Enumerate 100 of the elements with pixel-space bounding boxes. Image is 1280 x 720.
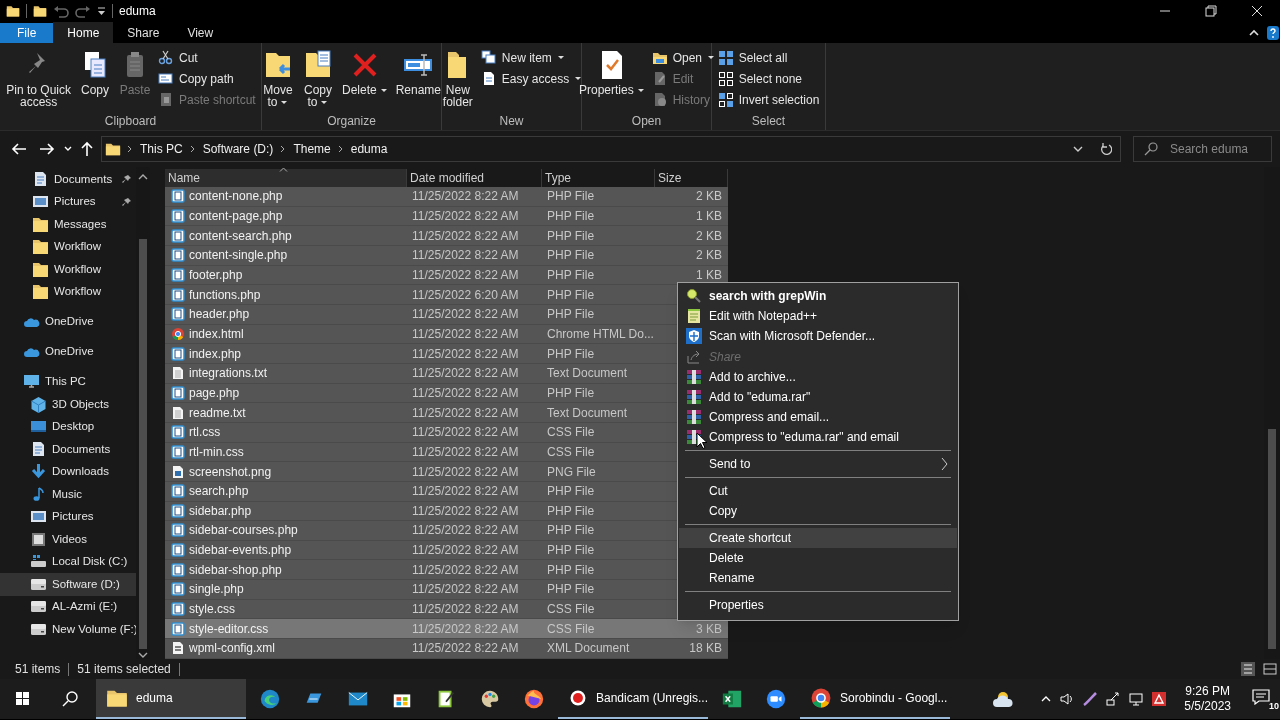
- file-row[interactable]: content-page.php 11/25/2022 8:22 AM PHP File 1 KB: [165, 206, 728, 227]
- ribbon-button[interactable]: Move to: [259, 47, 297, 108]
- file-row[interactable]: sidebar-shop.php 11/25/2022 8:22 AM PHP File: [165, 560, 677, 581]
- ribbon-button[interactable]: Rename: [392, 47, 445, 96]
- file-row[interactable]: index.php 11/25/2022 8:22 AM PHP File: [165, 344, 677, 364]
- nav-item[interactable]: 3D Objects: [0, 393, 136, 416]
- history-dropdown-icon[interactable]: [1072, 145, 1084, 153]
- file-row[interactable]: sidebar-events.php 11/25/2022 8:22 AM PHP File: [165, 540, 677, 561]
- menu-item[interactable]: Compress and email...: [679, 407, 957, 428]
- file-row[interactable]: readme.txt 11/25/2022 8:22 AM Text Document: [165, 403, 677, 423]
- nav-item[interactable]: Documents: [0, 438, 136, 461]
- menu-item[interactable]: Properties: [679, 594, 957, 615]
- document-app-icon[interactable]: [1151, 691, 1168, 707]
- help-icon[interactable]: [1266, 25, 1280, 41]
- file-row[interactable]: rtl-min.css 11/25/2022 8:22 AM CSS File: [165, 442, 677, 463]
- network-icon[interactable]: [1105, 691, 1122, 707]
- column-header[interactable]: Name: [165, 169, 407, 187]
- nav-item[interactable]: Documents: [0, 168, 136, 191]
- file-row[interactable]: header.php 11/25/2022 8:22 AM PHP File: [165, 304, 677, 325]
- notification-icon[interactable]: [1252, 689, 1270, 705]
- file-row[interactable]: integrations.txt 11/25/2022 8:22 AM Text Document: [165, 363, 677, 384]
- nav-item[interactable]: Workflow: [0, 258, 136, 281]
- ribbon-tab[interactable]: Home: [53, 22, 114, 43]
- ribbon-button[interactable]: Invert selection: [715, 89, 822, 110]
- menu-item[interactable]: Delete: [679, 547, 957, 568]
- nav-item[interactable]: Pictures: [0, 505, 136, 528]
- ribbon-button[interactable]: Copy: [76, 47, 114, 96]
- file-row[interactable]: screenshot.png 11/25/2022 8:22 AM PNG File: [165, 462, 677, 482]
- menu-item[interactable]: Copy: [679, 500, 957, 522]
- menu-item[interactable]: Rename: [679, 567, 957, 589]
- nav-item[interactable]: Music: [0, 483, 136, 506]
- clock-date[interactable]: 5/5/2023: [1184, 699, 1231, 714]
- nav-item[interactable]: OneDrive: [0, 310, 136, 333]
- ribbon-button[interactable]: Select none: [715, 68, 822, 89]
- file-row[interactable]: rtl.css 11/25/2022 8:22 AM CSS File: [165, 422, 677, 443]
- menu-item[interactable]: Create shortcut: [679, 527, 957, 548]
- ribbon-tab[interactable]: File: [0, 23, 54, 43]
- file-row[interactable]: page.php 11/25/2022 8:22 AM PHP File: [165, 383, 677, 404]
- ribbon-button[interactable]: Copy to: [299, 47, 337, 108]
- file-row[interactable]: style-editor.css 11/25/2022 8:22 AM CSS File 3 KB: [165, 619, 728, 640]
- file-row[interactable]: index.html 11/25/2022 8:22 AM Chrome HTML Do...: [165, 324, 677, 345]
- file-row[interactable]: content-single.php 11/25/2022 8:22 AM PHP File 2 KB: [165, 245, 728, 266]
- file-row[interactable]: functions.php 11/25/2022 6:20 AM PHP File: [165, 285, 677, 305]
- nav-item[interactable]: Downloads: [0, 460, 136, 483]
- scroll-thumb[interactable]: [1268, 429, 1276, 649]
- undo-icon[interactable]: [53, 4, 69, 18]
- menu-item[interactable]: Edit with Notepad++: [679, 306, 957, 327]
- file-row[interactable]: content-search.php 11/25/2022 8:22 AM PHP File 2 KB: [165, 226, 728, 246]
- nav-item[interactable]: Workflow: [0, 280, 136, 303]
- customize-dropdown-icon[interactable]: [97, 6, 106, 16]
- nav-item[interactable]: Workflow: [0, 235, 136, 258]
- menu-item[interactable]: Add to "eduma.rar": [679, 386, 957, 408]
- nav-item[interactable]: Software (D:): [0, 573, 136, 596]
- nav-item[interactable]: OneDrive: [0, 340, 136, 363]
- file-row[interactable]: style.css 11/25/2022 8:22 AM CSS File: [165, 599, 677, 620]
- taskbar-button[interactable]: Bandicam (Unregis...: [558, 679, 708, 719]
- taskbar-button[interactable]: eduma: [96, 679, 246, 719]
- taskbar-button[interactable]: Sorobindu - Googl...: [800, 679, 950, 719]
- ribbon-tab[interactable]: Share: [113, 22, 174, 43]
- nav-item[interactable]: Local Disk (C:): [0, 550, 136, 573]
- ribbon-button[interactable]: Select all: [715, 47, 822, 68]
- recent-locations-icon[interactable]: [64, 146, 72, 152]
- scroll-down-icon[interactable]: [138, 651, 148, 659]
- ribbon-button[interactable]: Cut: [156, 47, 258, 68]
- clock-time[interactable]: 9:26 PM: [1185, 684, 1230, 699]
- ribbon-button[interactable]: Open: [649, 47, 718, 68]
- file-row[interactable]: sidebar.php 11/25/2022 8:22 AM PHP File: [165, 501, 677, 522]
- monitor-icon[interactable]: [1128, 691, 1145, 707]
- nav-item[interactable]: Desktop: [0, 415, 136, 438]
- nav-item[interactable]: Videos: [0, 528, 136, 551]
- nav-item[interactable]: Pictures: [0, 190, 136, 213]
- ribbon-button[interactable]: Copy path: [156, 68, 258, 89]
- menu-item[interactable]: Send to: [679, 454, 957, 475]
- nav-item[interactable]: This PC: [0, 370, 136, 393]
- address-bar[interactable]: This PC Software (D:) Theme eduma: [101, 136, 1121, 162]
- menu-item[interactable]: Scan with Microsoft Defender...: [679, 326, 957, 347]
- scroll-up-icon[interactable]: [138, 173, 148, 181]
- file-row[interactable]: wpml-config.xml 11/25/2022 8:22 AM XML Document 18 KB: [165, 639, 728, 659]
- pen-icon[interactable]: [1082, 691, 1099, 707]
- back-icon[interactable]: [11, 142, 27, 156]
- file-row[interactable]: search.php 11/25/2022 8:22 AM PHP File: [165, 481, 677, 502]
- nav-item[interactable]: AL-Azmi (E:): [0, 595, 136, 618]
- redo-icon[interactable]: [75, 4, 91, 18]
- menu-item[interactable]: Add to archive...: [679, 366, 957, 387]
- ribbon-tab[interactable]: View: [173, 22, 228, 43]
- refresh-icon[interactable]: [1100, 142, 1112, 156]
- scroll-thumb[interactable]: [139, 239, 147, 649]
- forward-icon[interactable]: [39, 142, 55, 156]
- menu-item[interactable]: Cut: [679, 480, 957, 501]
- ribbon-button[interactable]: Delete: [339, 47, 391, 96]
- nav-item[interactable]: Messages: [0, 213, 136, 236]
- breadcrumb[interactable]: Theme: [292, 140, 332, 158]
- ribbon-button[interactable]: Pin to Quick access: [3, 47, 74, 108]
- up-icon[interactable]: [80, 141, 94, 157]
- breadcrumb[interactable]: Software (D:): [201, 140, 275, 158]
- breadcrumb[interactable]: This PC: [139, 140, 184, 158]
- file-row[interactable]: single.php 11/25/2022 8:22 AM PHP File: [165, 580, 677, 600]
- menu-item[interactable]: search with grepWin: [679, 286, 957, 307]
- search-field[interactable]: Search eduma: [1133, 136, 1272, 162]
- file-row[interactable]: sidebar-courses.php 11/25/2022 8:22 AM PHP File: [165, 521, 677, 541]
